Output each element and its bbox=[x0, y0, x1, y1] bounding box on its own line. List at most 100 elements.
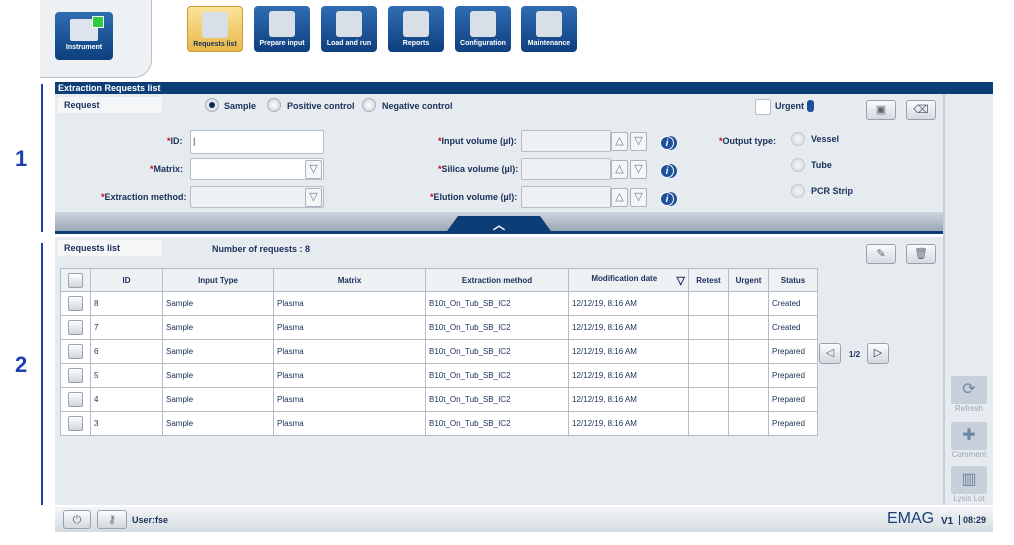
row-checkbox[interactable] bbox=[68, 344, 83, 359]
table-row[interactable]: 8 Sample Plasma B10t_On_Tub_SB_IC2 12/12/19,… bbox=[60, 291, 818, 316]
cell-matrix: Plasma bbox=[273, 387, 426, 412]
row-select[interactable] bbox=[60, 411, 91, 436]
column-header-modification-date[interactable]: Modification date ▽ bbox=[568, 268, 689, 292]
refresh-button[interactable]: ⟳ Refresh bbox=[950, 376, 988, 413]
increment-button[interactable]: △ bbox=[611, 132, 628, 151]
info-icon[interactable]: i bbox=[660, 192, 674, 206]
column-header[interactable]: ID bbox=[90, 268, 163, 292]
increment-button[interactable]: △ bbox=[611, 188, 628, 207]
radio-label: Negative control bbox=[382, 101, 453, 111]
cell-id: 7 bbox=[90, 315, 163, 340]
table-row[interactable]: 5 Sample Plasma B10t_On_Tub_SB_IC2 12/12/19,… bbox=[60, 363, 818, 388]
info-icon[interactable]: i bbox=[660, 164, 674, 178]
table-row[interactable]: 3 Sample Plasma B10t_On_Tub_SB_IC2 12/12/19,… bbox=[60, 411, 818, 436]
radio-negative-control[interactable] bbox=[362, 98, 376, 112]
lysis-lot-button[interactable]: ▥ Lysis Lot bbox=[950, 466, 988, 503]
tab-requests-list[interactable]: Requests list bbox=[187, 6, 243, 52]
next-page-button[interactable]: ▷ bbox=[867, 343, 889, 364]
instrument-icon bbox=[70, 16, 104, 41]
decrement-button[interactable]: ▽ bbox=[630, 188, 647, 207]
status-bar: ⏻ ⚷ User:fse EMAG V1 08:29 bbox=[55, 507, 993, 532]
column-label: Modification date bbox=[591, 273, 658, 283]
cell-method: B10t_On_Tub_SB_IC2 bbox=[425, 291, 569, 316]
side-actions: ⟳ Refresh ✚ Comment ▥ Lysis Lot bbox=[943, 94, 993, 505]
tools-icon bbox=[536, 11, 562, 37]
decrement-button[interactable]: ▽ bbox=[630, 132, 647, 151]
cell-method: B10t_On_Tub_SB_IC2 bbox=[425, 411, 569, 436]
save-button[interactable]: ▣ bbox=[866, 100, 896, 120]
urgent-checkbox[interactable] bbox=[755, 99, 771, 115]
refresh-icon: ⟳ bbox=[951, 376, 987, 404]
row-select[interactable] bbox=[60, 315, 91, 340]
radio-label: Positive control bbox=[287, 101, 355, 111]
cell-id: 3 bbox=[90, 411, 163, 436]
increment-button[interactable]: △ bbox=[611, 160, 628, 179]
cell-urgent bbox=[728, 339, 769, 364]
column-header[interactable]: Input Type bbox=[162, 268, 274, 292]
cell-id: 8 bbox=[90, 291, 163, 316]
id-input[interactable]: | bbox=[190, 130, 324, 154]
select-all-header[interactable] bbox=[60, 268, 91, 292]
radio-tube[interactable] bbox=[791, 158, 805, 172]
key-button[interactable]: ⚷ bbox=[97, 510, 127, 529]
collapse-button[interactable]: ︿ bbox=[445, 216, 553, 234]
radio-label: Tube bbox=[811, 160, 832, 170]
row-select[interactable] bbox=[60, 363, 91, 388]
column-header[interactable]: Retest bbox=[688, 268, 729, 292]
row-select[interactable] bbox=[60, 339, 91, 364]
column-header[interactable]: Extraction method bbox=[425, 268, 569, 292]
requests-list-panel: Requests list Number of requests : 8 ✎ 🗑… bbox=[55, 237, 943, 505]
row-select[interactable] bbox=[60, 291, 91, 316]
info-icon[interactable]: i bbox=[660, 136, 674, 150]
tab-reports[interactable]: Reports bbox=[388, 6, 444, 52]
cell-id: 5 bbox=[90, 363, 163, 388]
cell-retest bbox=[688, 387, 729, 412]
annotation-line-2 bbox=[41, 243, 43, 505]
cell-date: 12/12/19, 8:16 AM bbox=[568, 363, 689, 388]
select-all-checkbox[interactable] bbox=[68, 272, 83, 288]
matrix-select[interactable]: ▽ bbox=[190, 158, 324, 180]
chevron-down-icon: ▽ bbox=[305, 188, 322, 207]
column-header[interactable]: Matrix bbox=[273, 268, 426, 292]
decrement-button[interactable]: ▽ bbox=[630, 160, 647, 179]
eraser-icon: ⌫ bbox=[913, 104, 929, 116]
cell-type: Sample bbox=[162, 315, 274, 340]
tab-load-and-run[interactable]: Load and run bbox=[321, 6, 377, 52]
radio-positive-control[interactable] bbox=[267, 98, 281, 112]
previous-page-button[interactable]: ◁ bbox=[819, 343, 841, 364]
elution-volume-field[interactable] bbox=[521, 186, 611, 208]
instrument-button[interactable]: Instrument bbox=[55, 12, 113, 60]
cell-matrix: Plasma bbox=[273, 315, 426, 340]
extraction-method-select[interactable]: ▽ bbox=[190, 186, 324, 208]
radio-sample[interactable] bbox=[205, 98, 219, 112]
tab-configuration[interactable]: Configuration bbox=[455, 6, 511, 52]
row-checkbox[interactable] bbox=[68, 296, 83, 311]
column-header[interactable]: Status bbox=[768, 268, 818, 292]
power-button[interactable]: ⏻ bbox=[63, 510, 91, 529]
row-select[interactable] bbox=[60, 387, 91, 412]
tab-maintenance[interactable]: Maintenance bbox=[521, 6, 577, 52]
table-row[interactable]: 6 Sample Plasma B10t_On_Tub_SB_IC2 12/12/19,… bbox=[60, 339, 818, 364]
silica-volume-field[interactable] bbox=[521, 158, 611, 180]
row-checkbox[interactable] bbox=[68, 320, 83, 335]
input-volume-field[interactable] bbox=[521, 130, 611, 152]
cell-date: 12/12/19, 8:16 AM bbox=[568, 315, 689, 340]
row-checkbox[interactable] bbox=[68, 368, 83, 383]
annotation-2: 2 bbox=[15, 352, 28, 377]
row-checkbox[interactable] bbox=[68, 392, 83, 407]
cell-method: B10t_On_Tub_SB_IC2 bbox=[425, 363, 569, 388]
radio-vessel[interactable] bbox=[791, 132, 805, 146]
sort-filter-icon[interactable]: ▽ bbox=[677, 274, 685, 287]
radio-pcr-strip[interactable] bbox=[791, 184, 805, 198]
delete-button[interactable]: 🗑 bbox=[906, 244, 936, 264]
tab-prepare-input[interactable]: Prepare input bbox=[254, 6, 310, 52]
edit-button[interactable]: ✎ bbox=[866, 244, 896, 264]
row-checkbox[interactable] bbox=[68, 416, 83, 431]
radio-label: PCR Strip bbox=[811, 186, 854, 196]
tab-label: Configuration bbox=[460, 40, 506, 47]
table-row[interactable]: 4 Sample Plasma B10t_On_Tub_SB_IC2 12/12/19,… bbox=[60, 387, 818, 412]
table-row[interactable]: 7 Sample Plasma B10t_On_Tub_SB_IC2 12/12/19,… bbox=[60, 315, 818, 340]
column-header[interactable]: Urgent bbox=[728, 268, 769, 292]
comment-button[interactable]: ✚ Comment bbox=[950, 422, 988, 459]
clear-button[interactable]: ⌫ bbox=[906, 100, 936, 120]
